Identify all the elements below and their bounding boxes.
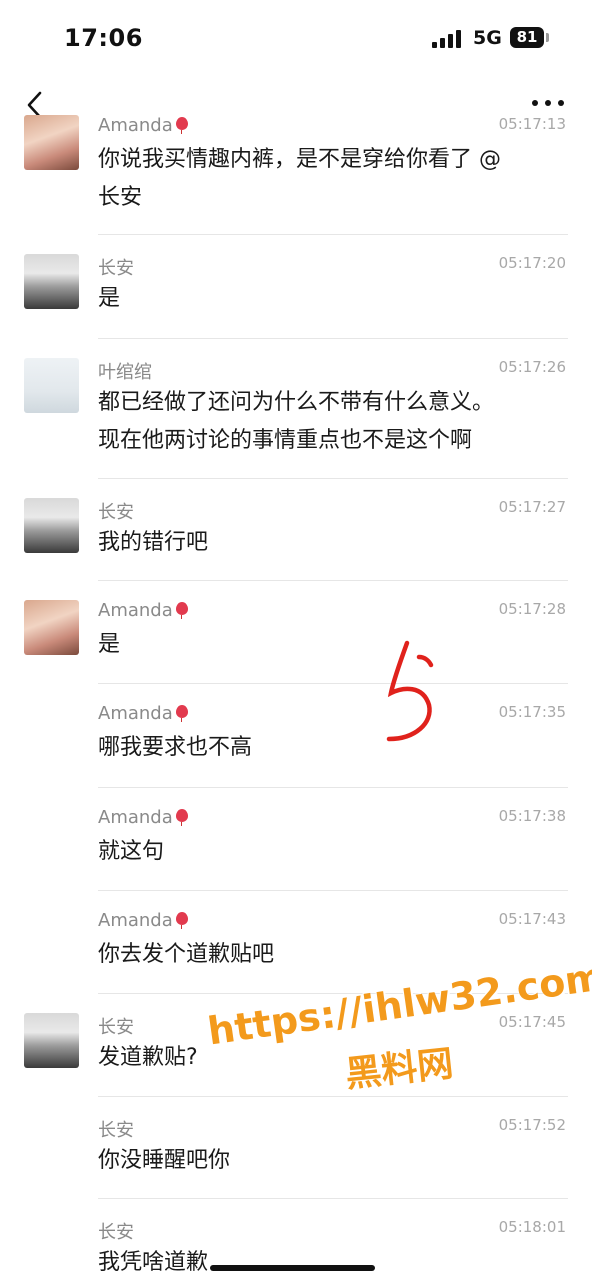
battery-icon: 81 <box>510 27 544 48</box>
message-time: 05:18:01 <box>498 1218 566 1236</box>
sender-label: 叶绾绾 <box>98 362 152 383</box>
message-line: 我的错行吧 <box>98 530 209 555</box>
sender-name[interactable]: 长安 <box>98 1013 134 1039</box>
message-line: 长安 <box>98 185 143 210</box>
sender-label: Amanda <box>98 910 173 931</box>
message-line: 哪我要求也不高 <box>98 735 253 760</box>
sender-name[interactable]: 长安 <box>98 254 134 280</box>
sender-name[interactable]: Amanda <box>98 703 189 724</box>
message-text: 发道歉贴? <box>98 1039 558 1077</box>
message-time: 05:17:27 <box>498 498 566 516</box>
avatar[interactable] <box>24 1013 79 1068</box>
balloon-icon <box>175 117 189 134</box>
home-indicator[interactable] <box>210 1265 375 1271</box>
message-line: 现在他两讨论的事情重点也不是这个啊 <box>98 428 473 453</box>
divider <box>98 890 568 891</box>
divider <box>98 338 568 339</box>
sender-label: 长安 <box>98 1120 134 1141</box>
message-text: 是 <box>98 280 558 318</box>
message-text: 我凭啥道歉 <box>98 1244 558 1282</box>
divider <box>98 478 568 479</box>
message-time: 05:17:13 <box>498 115 566 133</box>
sender-label: Amanda <box>98 807 173 828</box>
sender-label: 长安 <box>98 1017 134 1038</box>
sender-name[interactable]: 叶绾绾 <box>98 358 152 384</box>
balloon-icon <box>175 809 189 826</box>
watermark-label: 黑料网 <box>343 1043 456 1096</box>
message-time: 05:17:20 <box>498 254 566 272</box>
status-bar: 17:06 5G 81 <box>0 0 592 80</box>
message-time: 05:17:38 <box>498 807 566 825</box>
more-options-button[interactable] <box>532 96 566 110</box>
message-line: 你说我买情趣内裤，是不是穿给你看了 @ <box>98 147 501 172</box>
sender-name[interactable]: Amanda <box>98 600 189 621</box>
avatar[interactable] <box>24 254 79 309</box>
message-line: 是 <box>98 286 121 311</box>
status-time: 17:06 <box>64 24 143 52</box>
message-line: 是 <box>98 632 121 657</box>
avatar[interactable] <box>24 600 79 655</box>
message-line: 就这句 <box>98 839 165 864</box>
signal-icon <box>432 30 464 48</box>
message-line: 都已经做了还问为什么不带有什么意义。 <box>98 390 495 415</box>
message-text: 都已经做了还问为什么不带有什么意义。 现在他两讨论的事情重点也不是这个啊 <box>98 384 558 460</box>
message-line: 你去发个道歉贴吧 <box>98 942 275 967</box>
message-text: 是 <box>98 626 558 664</box>
sender-name[interactable]: Amanda <box>98 115 189 136</box>
battery-tip <box>546 33 549 42</box>
message-time: 05:17:35 <box>498 703 566 721</box>
message-time: 05:17:45 <box>498 1013 566 1031</box>
message-line: 你没睡醒吧你 <box>98 1148 231 1173</box>
message-time: 05:17:43 <box>498 910 566 928</box>
balloon-icon <box>175 705 189 722</box>
message-time: 05:17:28 <box>498 600 566 618</box>
message-line: 我凭啥道歉 <box>98 1250 209 1275</box>
network-type: 5G <box>473 27 502 49</box>
sender-label: 长安 <box>98 1222 134 1243</box>
sender-label: Amanda <box>98 703 173 724</box>
avatar[interactable] <box>24 358 79 413</box>
divider <box>98 1096 568 1097</box>
message-text: 我的错行吧 <box>98 524 558 562</box>
balloon-icon <box>175 602 189 619</box>
balloon-icon <box>175 912 189 929</box>
message-line: 发道歉贴? <box>98 1045 198 1070</box>
divider <box>98 234 568 235</box>
sender-name[interactable]: 长安 <box>98 1116 134 1142</box>
sender-name[interactable]: Amanda <box>98 910 189 931</box>
sender-name[interactable]: 长安 <box>98 1218 134 1244</box>
message-text: 就这句 <box>98 833 558 871</box>
message-time: 05:17:52 <box>498 1116 566 1134</box>
divider <box>98 683 568 684</box>
sender-name[interactable]: Amanda <box>98 807 189 828</box>
message-text: 你去发个道歉贴吧 <box>98 936 558 974</box>
divider <box>98 580 568 581</box>
message-time: 05:17:26 <box>498 358 566 376</box>
handwritten-mark-icon <box>386 640 434 742</box>
sender-label: 长安 <box>98 502 134 523</box>
message-text: 哪我要求也不高 <box>98 729 558 767</box>
message-text: 你没睡醒吧你 <box>98 1142 558 1180</box>
divider <box>98 1198 568 1199</box>
avatar[interactable] <box>24 498 79 553</box>
divider <box>98 787 568 788</box>
sender-label: Amanda <box>98 115 173 136</box>
sender-label: 长安 <box>98 258 134 279</box>
avatar[interactable] <box>24 115 79 170</box>
sender-name[interactable]: 长安 <box>98 498 134 524</box>
sender-label: Amanda <box>98 600 173 621</box>
message-text: 你说我买情趣内裤，是不是穿给你看了 @ 长安 <box>98 141 558 217</box>
